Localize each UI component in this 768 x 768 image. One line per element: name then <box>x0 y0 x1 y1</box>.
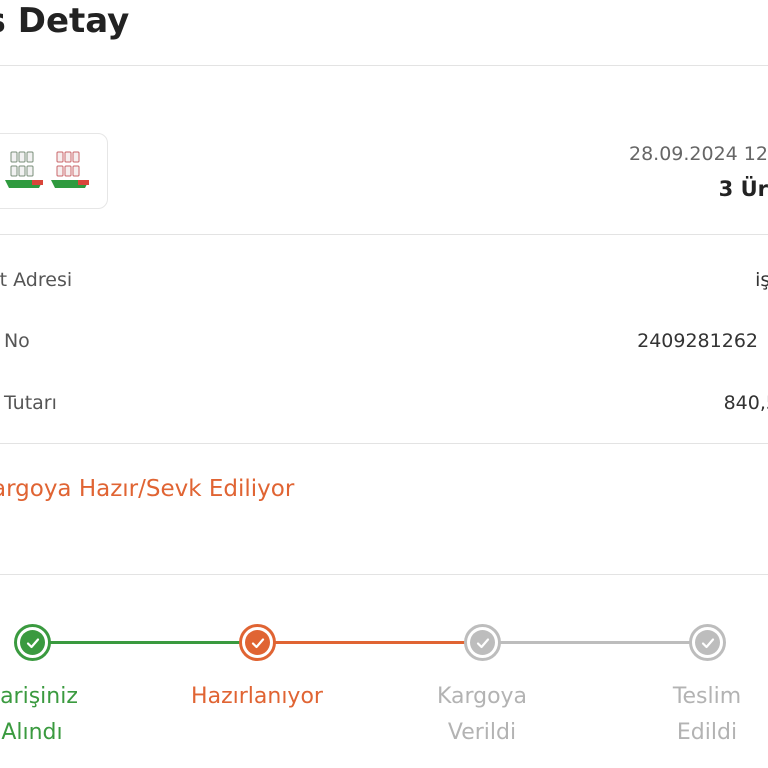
step-4-label-line2: Edildi <box>676 720 738 745</box>
order-total-row: ş Tutarı 840,5 <box>0 388 768 418</box>
step-3-circle <box>464 624 501 661</box>
step-1-label: parişiniz Alındı <box>0 679 112 751</box>
product-thumbnail-2[interactable] <box>51 150 89 194</box>
track-line-completed <box>50 641 240 644</box>
delivery-address-label: at Adresi <box>0 269 73 291</box>
step-1-label-line1: parişiniz <box>0 684 78 709</box>
step-4-circle <box>689 624 726 661</box>
step-3-label: Kargoya Verildi <box>402 679 562 751</box>
check-icon <box>26 637 39 648</box>
track-line-active <box>275 641 465 644</box>
delivery-address-value: iş ad <box>755 269 768 291</box>
step-4-inner <box>695 630 720 655</box>
order-total-value: 840,5 <box>723 392 768 414</box>
product-thumbnail-1[interactable] <box>5 150 43 194</box>
page-title: iş Detay <box>0 1 130 41</box>
order-number-row: ş No 2409281262 <box>0 326 768 356</box>
check-icon <box>251 637 264 648</box>
step-1-label-line2: Alındı <box>1 720 63 745</box>
step-1-circle <box>14 624 51 661</box>
details-divider <box>0 443 768 444</box>
order-total-label: ş Tutarı <box>0 392 57 414</box>
step-4-label-line1: Teslim <box>672 684 742 709</box>
status-divider <box>0 574 768 575</box>
order-date: 28.09.2024 12 <box>628 143 768 165</box>
check-icon <box>476 637 489 648</box>
step-1-inner <box>20 630 45 655</box>
product-thumbnails-card[interactable] <box>0 133 108 209</box>
step-3-label-line1: Kargoya <box>436 684 528 709</box>
step-2-label: Hazırlanıyor <box>177 679 337 715</box>
step-2-label-line1: Hazırlanıyor <box>191 684 323 709</box>
step-3-label-line2: Verildi <box>447 720 517 745</box>
header-divider <box>0 65 768 66</box>
check-icon <box>701 637 714 648</box>
step-2-inner <box>245 630 270 655</box>
delivery-address-row: at Adresi iş ad <box>0 265 768 295</box>
summary-divider <box>0 234 768 235</box>
order-number-label: ş No <box>0 330 30 352</box>
step-4-label: Teslim Edildi <box>627 679 768 751</box>
track-line-pending <box>500 641 690 644</box>
order-number-value: 2409281262 <box>637 330 758 352</box>
step-3-inner <box>470 630 495 655</box>
order-status-text: argoya Hazır/Sevk Ediliyor <box>0 476 295 502</box>
step-2-circle <box>239 624 276 661</box>
product-count: 3 Ür <box>718 177 768 201</box>
